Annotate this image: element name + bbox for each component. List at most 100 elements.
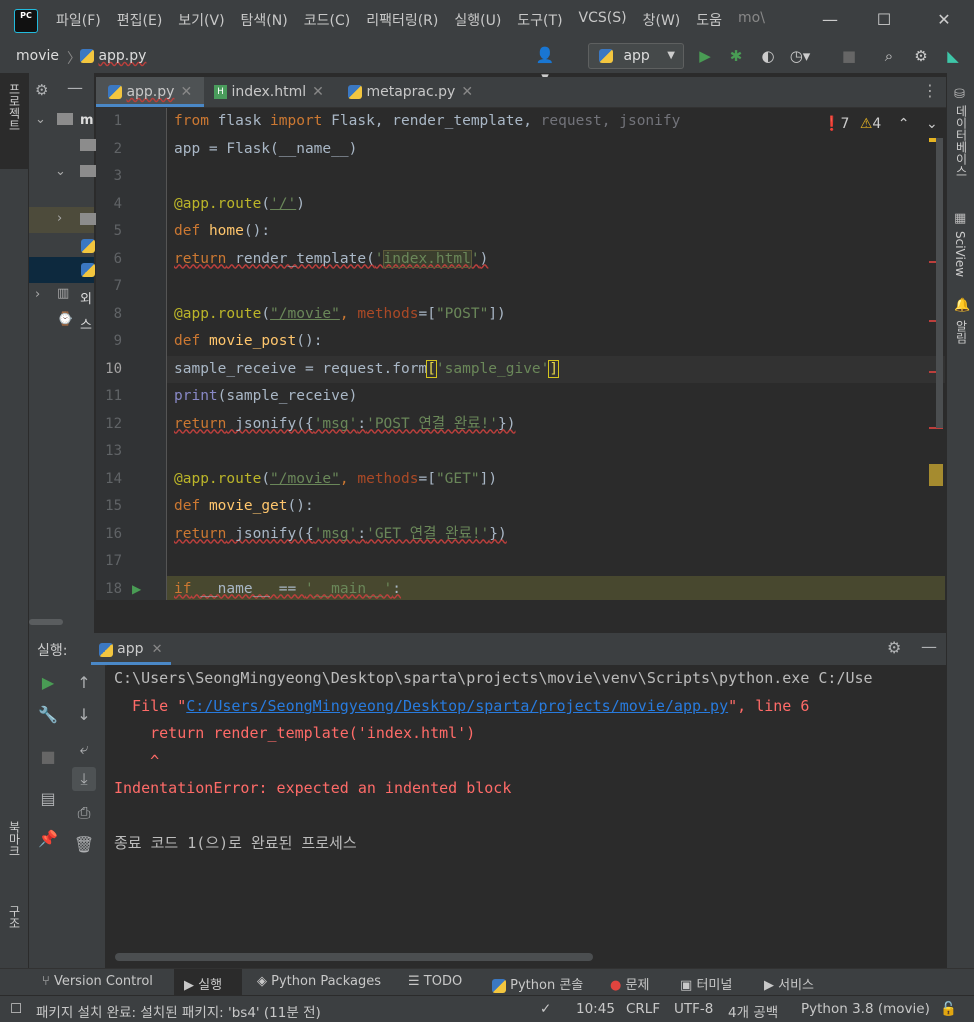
menu-tools[interactable]: 도구(T) bbox=[517, 10, 562, 30]
user-icon[interactable]: 👤▾ bbox=[534, 44, 556, 86]
horizontal-scrollbar[interactable] bbox=[115, 953, 593, 961]
settings-gear-icon[interactable]: ⚙ bbox=[887, 638, 901, 657]
menu-help[interactable]: 도움 bbox=[696, 10, 722, 30]
edit-config-wrench-icon[interactable]: 🔧 bbox=[36, 703, 60, 727]
trash-icon[interactable]: 🗑 bbox=[72, 833, 96, 857]
chevron-down-icon[interactable]: ⌄ bbox=[926, 116, 938, 132]
tree-row-file[interactable] bbox=[29, 233, 95, 259]
inspection-widget[interactable]: ❗7 ⚠4 ⌃ ⌄ bbox=[823, 116, 938, 132]
chevron-up-icon[interactable]: ⌃ bbox=[898, 116, 910, 132]
sciview-tool-button[interactable]: SciView bbox=[953, 231, 967, 277]
maximize-button[interactable]: ☐ bbox=[872, 8, 896, 32]
tree-row[interactable]: ⌄ bbox=[29, 160, 96, 186]
tool-terminal[interactable]: ▣ 터미널 bbox=[680, 974, 732, 993]
tree-row-file-selected[interactable] bbox=[29, 257, 95, 283]
menu-window[interactable]: 창(W) bbox=[643, 10, 681, 30]
jetbrains-toolbox-icon[interactable]: ◣ bbox=[942, 45, 964, 67]
tree-row-scratches[interactable]: ⌚ 스 bbox=[29, 309, 94, 335]
arrow-down-icon[interactable]: ↓ bbox=[72, 703, 96, 727]
hide-panel-icon[interactable]: — bbox=[921, 637, 937, 656]
line-number: 7 bbox=[113, 278, 122, 294]
tree-row-external-libraries[interactable]: › ▥ 외 bbox=[29, 283, 94, 309]
database-tool-button[interactable]: 데이터베이스 bbox=[953, 105, 970, 177]
tool-version-control[interactable]: ⑂ Version Control bbox=[42, 974, 153, 989]
tool-python-packages[interactable]: ◈ Python Packages bbox=[257, 974, 381, 989]
close-tab-icon[interactable]: ✕ bbox=[312, 84, 324, 100]
menu-refactor[interactable]: 리팩터링(R) bbox=[366, 10, 438, 30]
layout-icon[interactable]: ▤ bbox=[36, 787, 60, 811]
minimize-button[interactable]: — bbox=[818, 8, 842, 32]
scroll-to-end-icon[interactable]: ⤓ bbox=[72, 767, 96, 791]
horizontal-scrollbar[interactable] bbox=[29, 619, 63, 625]
python-interpreter[interactable]: Python 3.8 (movie) bbox=[801, 1001, 930, 1017]
code-token: @app.route bbox=[174, 305, 262, 322]
right-tool-strip: ⛁ 데이터베이스 ▦ SciView 🔔 알림 bbox=[946, 73, 974, 968]
notifications-tool-button[interactable]: 알림 bbox=[953, 320, 970, 344]
tab-index-html[interactable]: H index.html ✕ bbox=[202, 77, 324, 107]
lock-icon[interactable]: 🔓 bbox=[940, 1001, 957, 1017]
more-tabs-icon[interactable]: ⋮ bbox=[922, 81, 938, 100]
run-gutter-icon[interactable]: ▶ bbox=[132, 582, 141, 596]
tool-services[interactable]: ▶ 서비스 bbox=[764, 974, 814, 993]
tool-run-active[interactable]: ▶ 실행 bbox=[174, 969, 242, 996]
stop-icon[interactable]: ■ bbox=[838, 45, 860, 67]
print-icon[interactable]: ⎙ bbox=[72, 801, 96, 825]
menu-edit[interactable]: 편집(E) bbox=[117, 10, 163, 30]
debug-icon[interactable]: ✱ bbox=[725, 45, 747, 67]
caret-position[interactable]: 10:45 bbox=[576, 1001, 615, 1017]
menu-view[interactable]: 보기(V) bbox=[178, 10, 224, 30]
code-token: return bbox=[174, 415, 227, 432]
code-token: movie_get bbox=[208, 498, 288, 514]
tool-problems[interactable]: ● 문제 bbox=[610, 974, 649, 993]
code-token: methods bbox=[357, 305, 419, 322]
tree-row[interactable] bbox=[29, 134, 96, 160]
stop-icon[interactable]: ■ bbox=[36, 745, 60, 769]
indent-setting[interactable]: 4개 공백 bbox=[728, 1001, 778, 1021]
vertical-scrollbar[interactable] bbox=[936, 138, 943, 428]
run-tab-app[interactable]: app ✕ bbox=[91, 633, 171, 665]
structure-tool-button[interactable]: 구조 bbox=[6, 905, 23, 929]
settings-gear-icon[interactable]: ⚙ bbox=[910, 45, 932, 67]
caret-stripe-mark[interactable] bbox=[929, 464, 943, 486]
bookmarks-tool-button[interactable]: 북마크 bbox=[6, 821, 23, 857]
tree-row-label: m bbox=[80, 113, 94, 128]
file-encoding[interactable]: UTF-8 bbox=[674, 1001, 713, 1017]
status-panel-toggle-icon[interactable]: ☐ bbox=[10, 1001, 22, 1017]
tree-row-project-root[interactable]: ⌄ m bbox=[29, 108, 94, 134]
menu-code[interactable]: 코드(C) bbox=[304, 10, 350, 30]
tab-metaprac-py[interactable]: metaprac.py ✕ bbox=[336, 77, 473, 107]
menu-vcs[interactable]: VCS(S) bbox=[579, 10, 627, 30]
code-token: "/movie" bbox=[270, 470, 340, 487]
breadcrumb-project[interactable]: movie bbox=[16, 48, 59, 64]
hide-panel-icon[interactable]: — bbox=[67, 78, 83, 97]
menu-navigate[interactable]: 탐색(N) bbox=[241, 10, 288, 30]
project-tool-button[interactable]: 프로젝트 bbox=[0, 73, 28, 169]
menu-file[interactable]: 파일(F) bbox=[56, 10, 101, 30]
profile-icon[interactable]: ◷▾ bbox=[789, 45, 811, 67]
project-settings-gear-icon[interactable]: ⚙ bbox=[35, 81, 48, 99]
run-config-select[interactable]: app ▼ bbox=[588, 43, 684, 69]
line-separator[interactable]: CRLF bbox=[626, 1001, 660, 1017]
close-tab-icon[interactable]: ✕ bbox=[461, 84, 473, 100]
soft-wrap-icon[interactable]: ⤶ bbox=[72, 737, 96, 761]
rerun-icon[interactable]: ▶ bbox=[36, 671, 60, 695]
menu-run[interactable]: 실행(U) bbox=[454, 10, 501, 30]
run-console[interactable]: C:\Users\SeongMingyeong\Desktop\sparta\p… bbox=[107, 665, 946, 968]
search-icon[interactable]: ⌕ bbox=[878, 45, 900, 67]
tool-python-console[interactable]: Python 콘솔 bbox=[492, 974, 583, 993]
code-editor[interactable]: from flask import Flask, render_template… bbox=[167, 108, 945, 600]
tool-todo[interactable]: ☰ TODO bbox=[408, 974, 462, 989]
close-window-button[interactable]: ✕ bbox=[932, 8, 956, 32]
pin-icon[interactable]: 📌 bbox=[36, 827, 60, 851]
breadcrumb-file[interactable]: app.py bbox=[80, 48, 146, 64]
run-icon[interactable]: ▶ bbox=[694, 45, 716, 67]
close-tab-icon[interactable]: ✕ bbox=[152, 642, 163, 657]
tab-app-py[interactable]: app.py ✕ bbox=[96, 77, 204, 107]
arrow-up-icon[interactable]: ↑ bbox=[72, 671, 96, 695]
close-tab-icon[interactable]: ✕ bbox=[180, 84, 192, 100]
console-file-link[interactable]: C:/Users/SeongMingyeong/Desktop/sparta/p… bbox=[186, 697, 728, 715]
code-line-11: print(sample_receive) bbox=[167, 383, 945, 411]
status-message[interactable]: 패키지 설치 완료: 설치된 패키지: 'bs4' (11분 전) bbox=[36, 1001, 321, 1021]
coverage-icon[interactable]: ◐ bbox=[757, 45, 779, 67]
tree-row-selected-folder[interactable]: › bbox=[29, 207, 96, 233]
